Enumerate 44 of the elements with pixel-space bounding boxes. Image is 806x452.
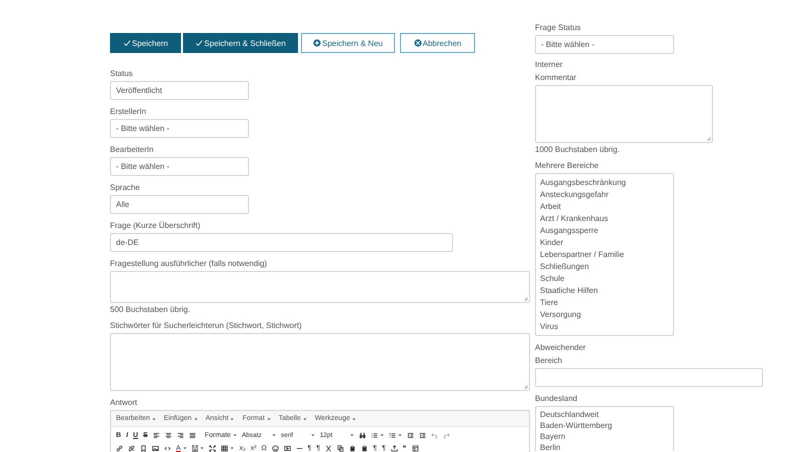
field-label: Kommentar — [535, 72, 578, 84]
action-button[interactable]: Speichern & Schließen — [183, 33, 298, 53]
list-option[interactable]: Lebenspartner / Familie — [540, 249, 669, 261]
list-option[interactable]: Deutschlandweit — [540, 409, 669, 420]
select-field[interactable]: Alle — [110, 195, 249, 214]
list-option[interactable]: Virus — [540, 321, 669, 333]
field-label: Stichwörter für Sucherleichterun (Stichwort, Stichwort) — [110, 320, 303, 332]
list-option[interactable]: Bayern — [540, 431, 669, 442]
field-label: Bereich — [535, 355, 564, 367]
field-label: Interner — [535, 59, 564, 71]
field-label: ErstellerIn — [110, 106, 148, 118]
select-field[interactable]: - Bitte wählen - — [110, 119, 249, 138]
list-option[interactable]: Schließungen — [540, 261, 669, 273]
field-label: Fragestellung ausführlicher (falls notwendig) — [110, 258, 268, 270]
field-label: Frage Status — [535, 22, 582, 34]
field-label: Bundesland — [535, 393, 578, 405]
list-option[interactable]: Arbeit — [540, 201, 669, 213]
action-button[interactable]: Abbrechen — [400, 33, 475, 53]
select-field[interactable]: Veröffentlicht — [110, 81, 249, 100]
select-field[interactable]: - Bitte wählen - — [110, 157, 249, 176]
list-option[interactable]: Baden-Württemberg — [540, 420, 669, 431]
list-option[interactable]: Ausgangsbeschränkung — [540, 177, 669, 189]
field-label: Frage (Kurze Überschrift) — [110, 220, 202, 232]
character-counter: 1000 Buchstaben übrig. — [535, 144, 621, 155]
field-label: Antwort — [110, 397, 138, 409]
action-button[interactable]: Speichern & Neu — [301, 33, 395, 53]
field-label: Sprache — [110, 182, 141, 194]
list-option[interactable]: Versorgung — [540, 309, 669, 321]
action-button[interactable]: Speichern — [110, 33, 181, 53]
field-label: Mehrere Bereiche — [535, 160, 600, 172]
list-option[interactable]: Berlin — [540, 442, 669, 451]
list-option[interactable]: Arzt / Krankenhaus — [540, 213, 669, 225]
list-option[interactable]: Schule — [540, 273, 669, 285]
field-label: Abweichender — [535, 342, 587, 354]
select-field[interactable]: - Bitte wählen - — [535, 35, 674, 54]
list-option[interactable]: Kinder — [540, 237, 669, 249]
field-label: Status — [110, 68, 134, 80]
field-label: BearbeiterIn — [110, 144, 155, 156]
list-option[interactable]: Staatliche Hilfen — [540, 285, 669, 297]
list-option[interactable]: Ausgangssperre — [540, 225, 669, 237]
list-option[interactable]: Ansteckungsgefahr — [540, 189, 669, 201]
character-counter: 500 Buchstaben übrig. — [110, 304, 192, 315]
text-field[interactable]: de-DE — [110, 233, 453, 252]
list-option[interactable]: Tiere — [540, 297, 669, 309]
